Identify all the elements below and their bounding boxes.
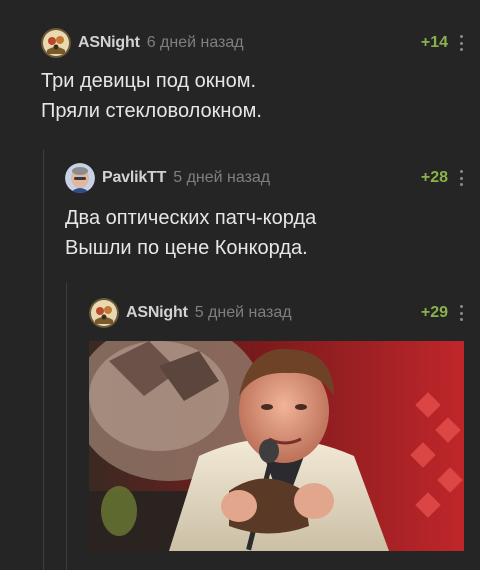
comment-thread: ASNight 6 дней назад +14 Три девицы под … — [0, 0, 480, 570]
avatar[interactable] — [89, 298, 119, 328]
author-name[interactable]: ASNight — [78, 34, 140, 52]
author-name[interactable]: PavlikTT — [102, 169, 166, 187]
author-name[interactable]: ASNight — [126, 304, 188, 322]
thread-line-level-2[interactable] — [66, 283, 67, 570]
comment-time[interactable]: 6 дней назад — [147, 34, 244, 52]
comment-rating: +29 — [420, 304, 448, 321]
thread-line-level-1[interactable] — [43, 150, 44, 570]
avatar[interactable] — [41, 28, 71, 58]
more-vertical-icon[interactable] — [458, 35, 464, 51]
comment: ASNight 6 дней назад +14 Три девицы под … — [41, 28, 464, 126]
comment-text: Два оптических патч-корда Вышли по цене … — [65, 207, 317, 259]
comment-time[interactable]: 5 дней назад — [173, 169, 270, 187]
comment-header: ASNight 6 дней назад +14 — [41, 28, 464, 58]
comment-rating: +28 — [420, 169, 448, 186]
comment-rating: +14 — [420, 34, 448, 51]
comment-text: Три девицы под окном. Пряли стекловолокн… — [41, 70, 262, 122]
more-vertical-icon[interactable] — [458, 170, 464, 186]
performer-photo — [89, 341, 464, 551]
comment-header: ASNight 5 дней назад +29 — [89, 298, 464, 328]
comment: ASNight 5 дней назад +29 — [89, 298, 464, 328]
comment-image[interactable] — [89, 341, 464, 551]
more-vertical-icon[interactable] — [458, 305, 464, 321]
comment: PavlikTT 5 дней назад +28 Два оптических… — [65, 163, 464, 263]
comment-header: PavlikTT 5 дней назад +28 — [65, 163, 464, 193]
avatar[interactable] — [65, 163, 95, 193]
comment-time[interactable]: 5 дней назад — [195, 304, 292, 322]
